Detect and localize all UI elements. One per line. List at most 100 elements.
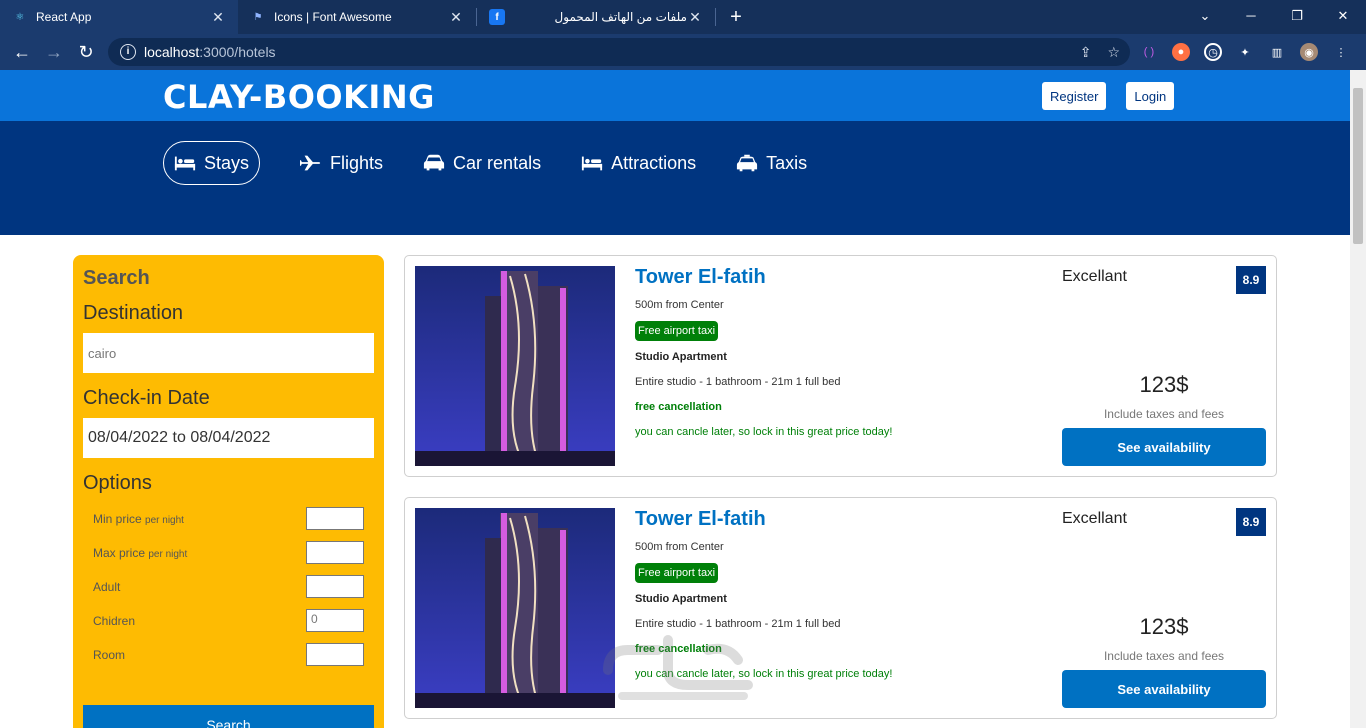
search-panel: Search Destination cairo Check-in Date 0… (73, 255, 384, 728)
new-tab-icon[interactable]: + (716, 0, 756, 34)
option-min-price: Min price per night (83, 507, 374, 530)
avatar[interactable]: ◉ (1300, 43, 1318, 61)
browser-tab-react-app[interactable]: ⚛ React App ✕ (0, 0, 238, 34)
reload-icon[interactable]: ↻ (70, 42, 102, 63)
minimize-icon[interactable]: ─ (1228, 0, 1274, 34)
extension-icon[interactable]: ◷ (1204, 43, 1222, 61)
children-input[interactable]: 0 (306, 609, 364, 632)
header-item-taxis[interactable]: Taxis (736, 153, 807, 174)
back-icon[interactable]: ← (6, 42, 38, 63)
address-bar[interactable]: i localhost:3000/hotels ⇪ ☆ (108, 38, 1130, 66)
scrollbar-thumb[interactable] (1353, 88, 1363, 244)
taxi-icon (737, 154, 758, 172)
browser-tab-mostaql[interactable]: f ملفات من الهاتف المحمول ✕ (477, 0, 715, 34)
hotel-name[interactable]: Tower El-fatih (635, 508, 1055, 531)
extension-icon[interactable]: ● (1172, 43, 1190, 61)
hotel-description: Tower El-fatih 500m from Center Free air… (635, 266, 1055, 438)
login-button[interactable]: Login (1126, 82, 1175, 110)
url-host: localhost (144, 44, 200, 60)
site-logo[interactable]: CLAY-BOOKING (163, 78, 435, 116)
option-label: Adult (93, 579, 121, 594)
taxi-badge: Free airport taxi (635, 563, 719, 583)
see-availability-button[interactable]: See availability (1062, 670, 1266, 708)
rating-score: 8.9 (1236, 266, 1266, 294)
car-icon (423, 154, 445, 171)
info-icon[interactable]: i (120, 44, 136, 60)
header-item-label: Flights (330, 152, 384, 173)
header-item-flights[interactable]: Flights (300, 153, 383, 174)
tax-note: Include taxes and fees (1103, 407, 1225, 421)
close-icon[interactable]: ✕ (210, 9, 226, 26)
close-icon[interactable]: ✕ (448, 9, 464, 26)
cancel-subtitle: you can cancle later, so lock in this gr… (635, 668, 893, 680)
option-label: Room (93, 647, 126, 662)
url-path: :3000/hotels (199, 44, 276, 60)
tab-search-icon[interactable]: ⌄ (1182, 0, 1228, 34)
close-icon[interactable]: ✕ (687, 9, 703, 26)
plane-icon (300, 155, 321, 171)
forward-icon[interactable]: → (38, 42, 70, 63)
extensions-area: ( ) ● ◷ ✦ ▥ ◉ ⋮ (1140, 34, 1350, 70)
hotel-photo[interactable] (415, 266, 615, 466)
price: 123$ (1139, 372, 1189, 397)
nav-buttons: Register Login (1042, 82, 1175, 110)
browser-tab-font-awesome[interactable]: ⚑ Icons | Font Awesome ✕ (238, 0, 476, 34)
page: CLAY-BOOKING Register Login Stays Flight… (0, 70, 1350, 728)
bookmark-star-icon[interactable]: ☆ (1107, 44, 1120, 61)
adult-input[interactable] (306, 575, 364, 598)
window-close-icon[interactable]: ✕ (1320, 0, 1366, 34)
option-text: Max price (93, 545, 146, 560)
restore-icon[interactable]: ❐ (1274, 0, 1320, 34)
register-button[interactable]: Register (1042, 82, 1107, 110)
destination-label: Destination (83, 302, 184, 324)
extension-icon[interactable]: ( ) (1140, 43, 1158, 61)
window-controls: ⌄ ─ ❐ ✕ (1182, 0, 1366, 34)
bed-icon (581, 156, 603, 171)
option-adult: Adult (83, 575, 374, 598)
menu-kebab-icon[interactable]: ⋮ (1332, 43, 1350, 61)
share-icon[interactable]: ⇪ (1080, 44, 1092, 61)
destination-input[interactable]: cairo (83, 333, 374, 373)
option-text: Min price (93, 511, 142, 526)
checkin-date-input[interactable]: 08/04/2022 to 08/04/2022 (83, 418, 374, 458)
hotel-name[interactable]: Tower El-fatih (635, 266, 1055, 289)
tab-title: ملفات من الهاتف المحمول (554, 10, 687, 24)
scrollbar[interactable] (1350, 70, 1366, 728)
header-item-label: Car rentals (453, 152, 542, 173)
header-item-car-rentals[interactable]: Car rentals (423, 153, 541, 174)
room-features: Entire studio - 1 bathroom - 21m 1 full … (635, 618, 841, 630)
rating-score: 8.9 (1236, 508, 1266, 536)
checkin-label: Check-in Date (83, 387, 210, 409)
header-item-label: Attractions (611, 152, 697, 173)
taxi-badge: Free airport taxi (635, 321, 719, 341)
browser-toolbar: ← → ↻ i localhost:3000/hotels ⇪ ☆ ( ) ● … (0, 34, 1366, 70)
rating-label: Excellant (1062, 268, 1127, 285)
min-price-input[interactable] (306, 507, 364, 530)
option-label: Max price per night (93, 546, 187, 560)
room-subtitle: Studio Apartment (635, 593, 727, 605)
rating-label: Excellant (1062, 510, 1127, 527)
cancel-policy: free cancellation (635, 401, 722, 413)
search-result-card: Tower El-fatih 500m from Center Free air… (404, 255, 1277, 477)
site-navbar: CLAY-BOOKING Register Login (0, 70, 1350, 121)
tab-title: React App (36, 10, 92, 24)
header-item-attractions[interactable]: Attractions (581, 153, 696, 174)
option-suffix: per night (145, 514, 184, 526)
cancel-policy: free cancellation (635, 643, 722, 655)
header-list: Stays Flights Car rentals Attractions Ta… (163, 141, 847, 185)
header-item-stays[interactable]: Stays (163, 141, 261, 185)
price: 123$ (1139, 614, 1189, 639)
option-max-price: Max price per night (83, 541, 374, 564)
puzzle-icon[interactable]: ✦ (1236, 43, 1254, 61)
see-availability-button[interactable]: See availability (1062, 428, 1266, 466)
tab-title: Icons | Font Awesome (274, 10, 392, 24)
hotel-photo[interactable] (415, 508, 615, 708)
browser-tab-bar: ⚛ React App ✕ ⚑ Icons | Font Awesome ✕ f… (0, 0, 1366, 34)
room-input[interactable] (306, 643, 364, 666)
side-panel-icon[interactable]: ▥ (1268, 43, 1286, 61)
room-features: Entire studio - 1 bathroom - 21m 1 full … (635, 376, 841, 388)
max-price-input[interactable] (306, 541, 364, 564)
option-room: Room (83, 643, 374, 666)
option-children: Chidren 0 (83, 609, 374, 632)
search-button[interactable]: Search (83, 705, 374, 728)
